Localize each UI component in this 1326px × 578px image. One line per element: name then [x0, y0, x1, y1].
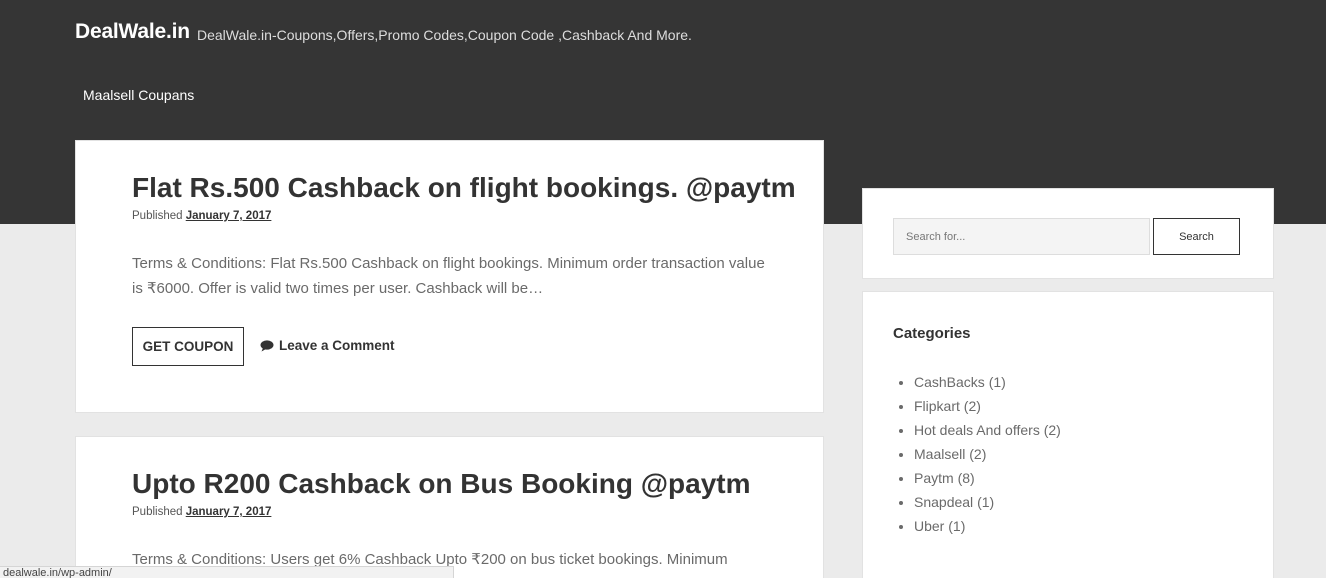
- comment-bubble-icon: [260, 339, 274, 352]
- get-coupon-button[interactable]: GET COUPON: [132, 327, 244, 366]
- search-input[interactable]: [893, 218, 1150, 255]
- post-date[interactable]: January 7, 2017: [186, 210, 272, 222]
- category-count: (2): [969, 446, 987, 462]
- category-list: CashBacks (1) Flipkart (2) Hot deals And…: [914, 370, 1061, 538]
- category-link-hot-deals[interactable]: Hot deals And offers: [914, 422, 1040, 438]
- post-date[interactable]: January 7, 2017: [186, 506, 272, 518]
- leave-comment-link[interactable]: Leave a Comment: [260, 338, 395, 353]
- category-item: CashBacks (1): [914, 370, 1061, 394]
- site-description: DealWale.in-Coupons,Offers,Promo Codes,C…: [197, 27, 692, 43]
- categories-widget: Categories CashBacks (1) Flipkart (2) Ho…: [862, 291, 1274, 578]
- published-label: Published: [132, 210, 183, 222]
- post-card: Upto R200 Cashback on Bus Booking @paytm…: [75, 436, 824, 578]
- search-button[interactable]: Search: [1153, 218, 1240, 255]
- category-item: Flipkart (2): [914, 394, 1061, 418]
- leave-comment-label: Leave a Comment: [279, 338, 395, 353]
- category-item: Uber (1): [914, 514, 1061, 538]
- category-link-paytm[interactable]: Paytm: [914, 470, 954, 486]
- category-link-cashbacks[interactable]: CashBacks: [914, 374, 985, 390]
- category-count: (1): [948, 518, 966, 534]
- categories-title: Categories: [893, 325, 971, 342]
- nav-item-maalsell-coupans[interactable]: Maalsell Coupans: [83, 87, 194, 103]
- category-link-maalsell[interactable]: Maalsell: [914, 446, 965, 462]
- search-widget: Search: [862, 188, 1274, 279]
- category-count: (1): [988, 374, 1006, 390]
- category-item: Paytm (8): [914, 466, 1061, 490]
- post-meta: Published January 7, 2017: [132, 506, 271, 518]
- category-item: Hot deals And offers (2): [914, 418, 1061, 442]
- post-title[interactable]: Flat Rs.500 Cashback on flight bookings.…: [132, 172, 796, 204]
- post-card: Flat Rs.500 Cashback on flight bookings.…: [75, 140, 824, 413]
- post-excerpt: Terms & Conditions: Flat Rs.500 Cashback…: [132, 255, 765, 297]
- category-item: Maalsell (2): [914, 442, 1061, 466]
- category-link-uber[interactable]: Uber: [914, 518, 944, 534]
- category-item: Snapdeal (1): [914, 490, 1061, 514]
- category-count: (1): [977, 494, 995, 510]
- browser-status-bar: dealwale.in/wp-admin/: [0, 566, 454, 578]
- category-count: (2): [1043, 422, 1061, 438]
- post-title[interactable]: Upto R200 Cashback on Bus Booking @paytm: [132, 468, 751, 500]
- post-meta: Published January 7, 2017: [132, 210, 271, 222]
- category-count: (2): [963, 398, 981, 414]
- category-link-flipkart[interactable]: Flipkart: [914, 398, 960, 414]
- published-label: Published: [132, 506, 183, 518]
- site-title[interactable]: DealWale.in: [75, 20, 190, 44]
- category-link-snapdeal[interactable]: Snapdeal: [914, 494, 973, 510]
- category-count: (8): [957, 470, 975, 486]
